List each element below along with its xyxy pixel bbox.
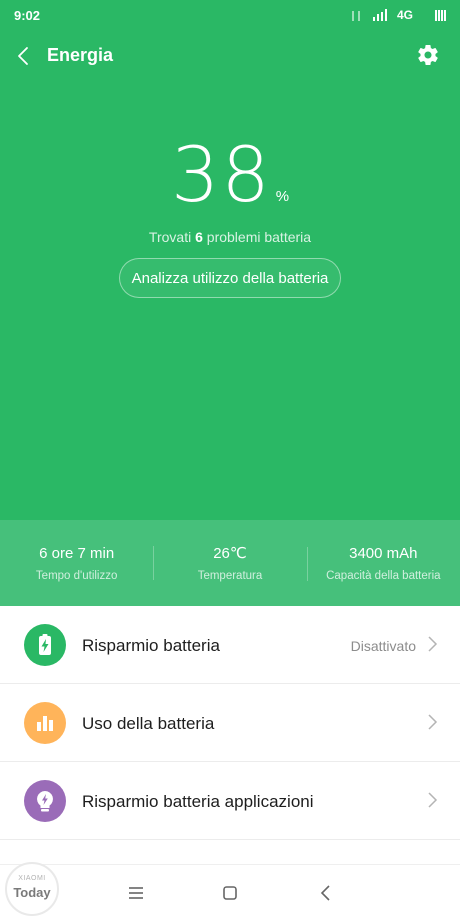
stat-value: 3400 mAh — [349, 544, 418, 562]
list-item-label: Uso della batteria — [82, 714, 215, 733]
back-arrow-icon[interactable] — [14, 44, 36, 68]
stat-capacity: 3400 mAh Capacità della batteria — [306, 544, 460, 582]
back-icon[interactable] — [314, 881, 338, 905]
stat-usage-time: 6 ore 7 min Tempo d'utilizzo — [0, 545, 153, 582]
problems-prefix: Trovati — [148, 229, 192, 245]
app-saver-icon — [24, 780, 66, 822]
signal-icon — [372, 9, 387, 21]
battery-status-icon — [435, 9, 446, 21]
stats-band: 6 ore 7 min Tempo d'utilizzo 26℃ Tempera… — [0, 520, 460, 606]
watermark-logo: XIAOMI Today — [5, 862, 59, 916]
watermark-top-text: XIAOMI — [18, 875, 46, 882]
stat-temperature: 26℃ Temperatura — [153, 544, 306, 582]
battery-saver-icon — [24, 624, 66, 666]
list-item-label: Risparmio batteria applicazioni — [82, 792, 314, 811]
stat-label: Temperatura — [197, 570, 263, 582]
network-type: 4G — [396, 8, 413, 22]
chevron-right-icon — [428, 714, 438, 730]
menu-icon[interactable] — [124, 881, 148, 905]
stat-label: Tempo d'utilizzo — [35, 569, 118, 582]
problems-count: 6 — [195, 229, 203, 245]
percent-sign: % — [275, 188, 290, 205]
watermark-bottom-text: Today — [13, 885, 51, 900]
list-item-battery-saver[interactable]: Risparmio batteria Disattivato — [0, 606, 460, 684]
list-item-battery-usage[interactable]: Uso della batteria — [0, 684, 460, 762]
list-item-label: Risparmio batteria — [82, 636, 220, 655]
home-icon[interactable] — [218, 881, 242, 905]
stat-label: Capacità della batteria — [326, 569, 441, 582]
problems-summary: Trovati 6 problemi batteria — [0, 229, 460, 245]
stat-value: 26℃ — [213, 545, 247, 562]
status-icons: 4G — [349, 8, 446, 22]
list-item-app-battery-saver[interactable]: Risparmio batteria applicazioni — [0, 762, 460, 840]
list-item-value: Disattivato — [350, 638, 416, 654]
bar-chart-icon — [24, 702, 66, 744]
battery-level-value: 38 — [170, 130, 272, 219]
problems-suffix: problemi batteria — [206, 229, 312, 245]
status-time: 9:02 — [14, 8, 41, 23]
gear-icon[interactable] — [416, 43, 440, 67]
chevron-right-icon — [428, 636, 438, 652]
settings-list: Risparmio batteria Disattivato Uso della… — [0, 606, 460, 840]
page-title: Energia — [47, 45, 114, 65]
analyze-battery-button[interactable]: Analizza utilizzo della batteria — [119, 258, 341, 298]
navigation-bar — [0, 864, 460, 920]
status-bar: 9:02 4G — [0, 0, 460, 30]
stat-value: 6 ore 7 min — [39, 544, 115, 562]
chevron-right-icon — [428, 792, 438, 808]
top-bar: Energia — [0, 38, 460, 74]
battery-percentage: 38% — [0, 130, 460, 219]
data-activity-icon — [349, 9, 363, 21]
